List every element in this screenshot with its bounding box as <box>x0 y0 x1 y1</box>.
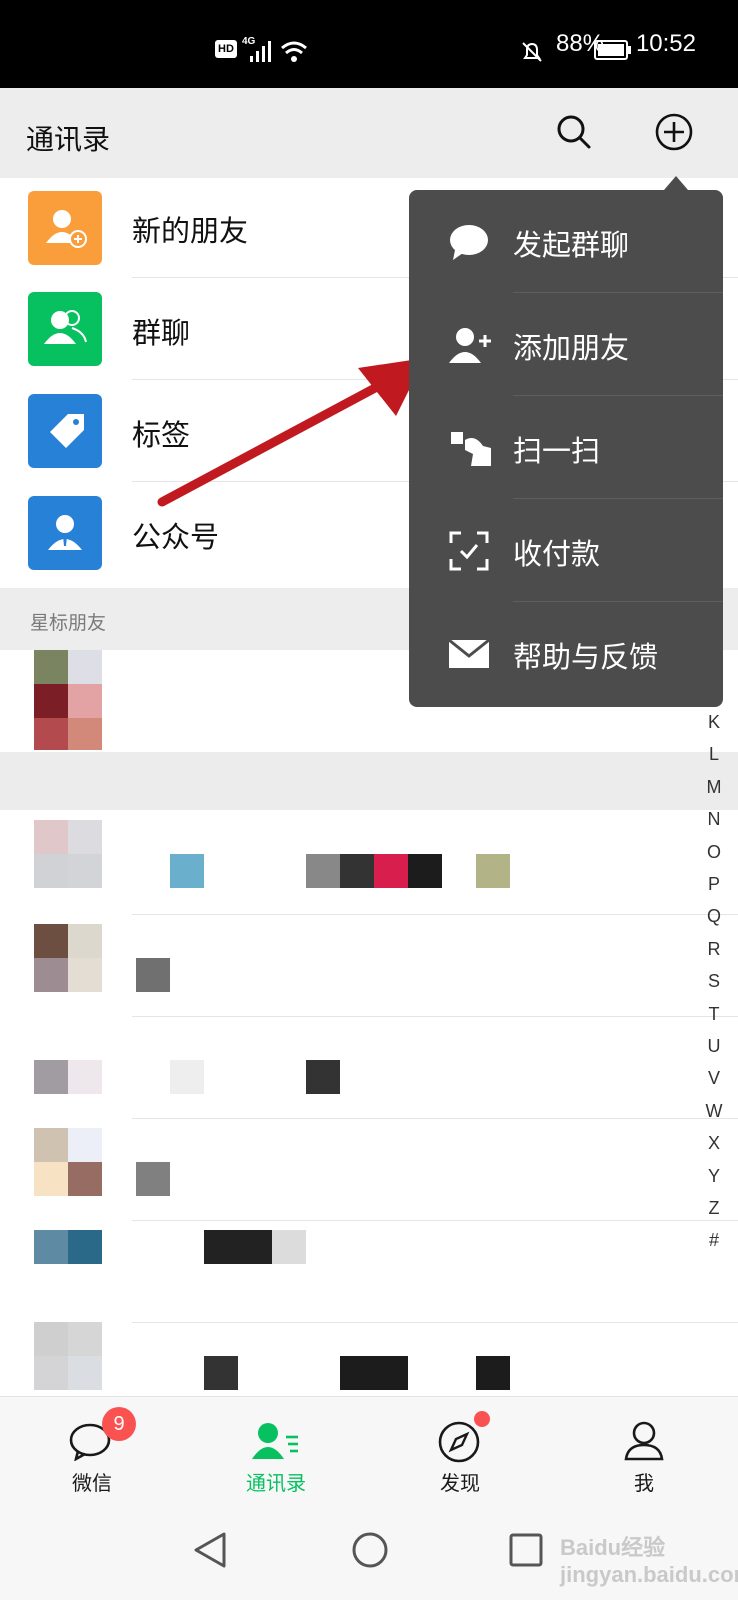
tab-contacts[interactable]: 通讯录 <box>184 1397 368 1507</box>
payment-scan-icon <box>449 531 489 571</box>
menu-item-label: 扫一扫 <box>513 434 601 468</box>
index-letter[interactable]: Z <box>704 1198 724 1219</box>
index-letter[interactable]: O <box>704 842 724 863</box>
signal-icon <box>250 41 271 62</box>
index-letter[interactable]: V <box>704 1068 724 1089</box>
tab-label: 我 <box>634 1471 654 1495</box>
tab-chats[interactable]: 9 微信 <box>0 1397 184 1507</box>
list-item[interactable] <box>0 914 738 1016</box>
home-icon[interactable] <box>350 1530 390 1570</box>
index-letter[interactable]: Y <box>704 1166 724 1187</box>
menu-item-label: 收付款 <box>513 537 601 571</box>
unread-badge: 9 <box>102 1407 136 1441</box>
hd-indicator: HD <box>215 40 237 58</box>
tab-label: 发现 <box>440 1471 480 1495</box>
group-icon <box>28 292 102 366</box>
plus-popup-menu: 发起群聊 添加朋友 扫一扫 收付款 帮助与反馈 <box>409 190 723 707</box>
index-letter[interactable]: L <box>704 744 724 765</box>
person-icon <box>624 1421 664 1461</box>
section-header-label: 星标朋友 <box>30 612 107 634</box>
tab-me[interactable]: 我 <box>552 1397 736 1507</box>
list-item[interactable] <box>0 810 738 910</box>
compass-icon <box>438 1421 480 1463</box>
mute-bell-icon <box>522 42 542 62</box>
envelope-icon <box>448 638 490 668</box>
menu-item-add-friend[interactable]: 添加朋友 <box>409 293 723 396</box>
contact-list <box>0 650 738 1396</box>
index-letter[interactable]: W <box>704 1101 724 1122</box>
index-letter[interactable]: N <box>704 809 724 830</box>
menu-item-start-group-chat[interactable]: 发起群聊 <box>409 190 723 293</box>
back-icon[interactable] <box>192 1530 228 1570</box>
add-menu-icon[interactable] <box>654 112 694 152</box>
tag-icon <box>28 394 102 468</box>
index-letter[interactable]: R <box>704 939 724 960</box>
recents-icon[interactable] <box>508 1532 544 1568</box>
watermark: Baidu经验 jingyan.baidu.com <box>560 1535 738 1587</box>
wifi-icon <box>281 41 307 62</box>
add-friend-icon <box>28 191 102 265</box>
scan-icon <box>451 432 491 466</box>
index-letter[interactable]: T <box>704 1004 724 1025</box>
clock: 10:52 <box>635 30 696 57</box>
menu-item-payment[interactable]: 收付款 <box>409 499 723 602</box>
index-letter[interactable]: Q <box>704 906 724 927</box>
row-label: 新的朋友 <box>132 214 249 248</box>
tab-discover[interactable]: 发现 <box>368 1397 552 1507</box>
tab-label: 微信 <box>72 1471 112 1495</box>
index-letter[interactable]: X <box>704 1133 724 1154</box>
contacts-icon <box>252 1423 298 1459</box>
list-item[interactable] <box>0 1118 738 1220</box>
menu-item-label: 帮助与反馈 <box>513 640 659 674</box>
official-account-icon <box>28 496 102 570</box>
list-item[interactable] <box>0 1016 738 1118</box>
section-header <box>0 752 738 810</box>
index-letter[interactable]: S <box>704 971 724 992</box>
menu-item-help-feedback[interactable]: 帮助与反馈 <box>409 602 723 705</box>
menu-item-scan[interactable]: 扫一扫 <box>409 396 723 499</box>
annotation-arrow <box>157 358 425 507</box>
popup-arrow <box>664 176 688 190</box>
index-letter[interactable]: K <box>704 712 724 733</box>
row-label: 公众号 <box>132 520 220 554</box>
bottom-tab-bar: 9 微信 通讯录 发现 我 <box>0 1396 738 1507</box>
list-item[interactable] <box>0 1220 738 1322</box>
list-item[interactable] <box>0 1322 738 1396</box>
chat-bubble-icon <box>450 225 488 260</box>
tab-label: 通讯录 <box>246 1471 306 1495</box>
index-letter[interactable]: # <box>704 1230 724 1251</box>
new-dot-badge <box>474 1411 490 1427</box>
menu-item-label: 发起群聊 <box>513 228 630 262</box>
alphabet-index-bar[interactable]: K L M N O P Q R S T U V W X Y Z # <box>704 712 734 1262</box>
page-title: 通讯录 <box>26 123 111 156</box>
system-nav-bar: Baidu经验 jingyan.baidu.com <box>0 1506 738 1600</box>
index-letter[interactable]: M <box>704 777 724 798</box>
header-bar: 通讯录 <box>0 88 738 178</box>
add-friend-icon <box>449 328 491 363</box>
search-icon[interactable] <box>556 114 592 152</box>
menu-item-label: 添加朋友 <box>513 331 630 365</box>
index-letter[interactable]: U <box>704 1036 724 1057</box>
battery-icon <box>594 40 631 60</box>
status-bar: HD 4G 88% 10:52 <box>0 0 738 88</box>
index-letter[interactable]: P <box>704 874 724 895</box>
